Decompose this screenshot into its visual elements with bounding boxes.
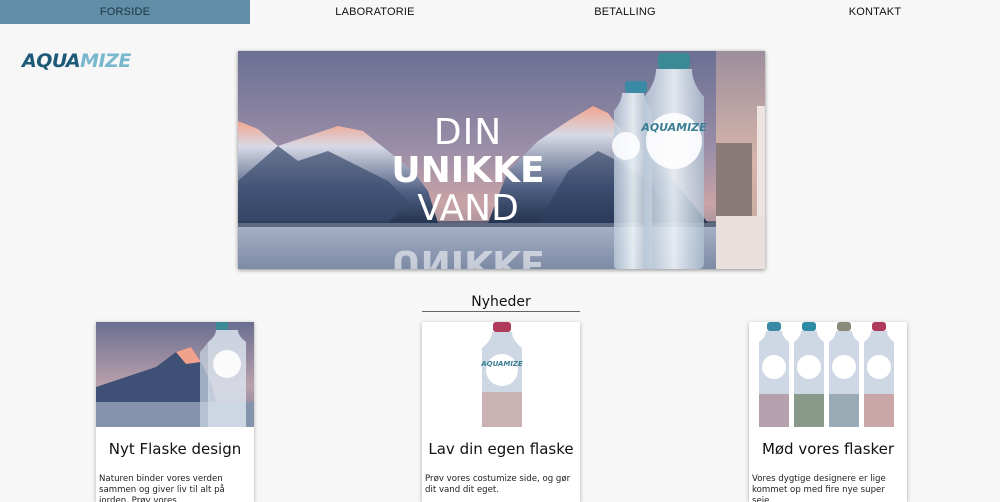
hero-headline: DIN UNIKKE VAND (388, 115, 548, 227)
card-3-image (749, 322, 907, 427)
hero-banner: AQUAMIZE DIN UNIKKE VAND UNIKKE (238, 51, 765, 269)
news-card-1[interactable]: Nyt Flaske design Naturen binder vores v… (96, 322, 254, 502)
card-2-title: Lav din egen flaske (428, 440, 574, 458)
card-1-text: Naturen binder vores verden sammen og gi… (99, 474, 225, 502)
card-2-bottle-label: AQUAMIZE (480, 360, 523, 368)
hero-line-3: VAND (417, 188, 519, 229)
logo[interactable]: AQUAMIZE (22, 50, 131, 72)
news-card-2[interactable]: AQUAMIZE Lav din egen flaske Prøv vores … (422, 322, 580, 502)
nav-item-laboratorie[interactable]: LABORATORIE (250, 0, 500, 24)
nav-item-forside[interactable]: FORSIDE (0, 0, 250, 24)
card-3-title: Mød vores flasker (761, 440, 895, 458)
card-1-title: Nyt Flaske design (108, 440, 242, 458)
card-1-image (96, 322, 254, 427)
nav-item-betalling[interactable]: BETALLING (500, 0, 750, 24)
hero-reflection: UNIKKE (391, 242, 545, 269)
logo-part-aqua: AQUA (22, 50, 81, 72)
news-card-3[interactable]: Mød vores flasker Vores dygtige designer… (749, 322, 907, 502)
card-3-text: Vores dygtige designere er lige kommet o… (752, 474, 886, 502)
card-2-text: Prøv vores costumize side, og gør dit va… (425, 474, 571, 495)
top-nav: FORSIDE LABORATORIE BETALLING KONTAKT (0, 0, 1000, 24)
hero-line-1: DIN (433, 112, 503, 153)
news-heading: Nyheder (422, 294, 580, 312)
hero-bottle-label: AQUAMIZE (640, 121, 707, 134)
nav-item-kontakt[interactable]: KONTAKT (750, 0, 1000, 24)
card-2-image: AQUAMIZE (422, 322, 580, 427)
hero-line-2: UNIKKE (391, 150, 545, 191)
logo-part-mize: MIZE (80, 50, 131, 72)
